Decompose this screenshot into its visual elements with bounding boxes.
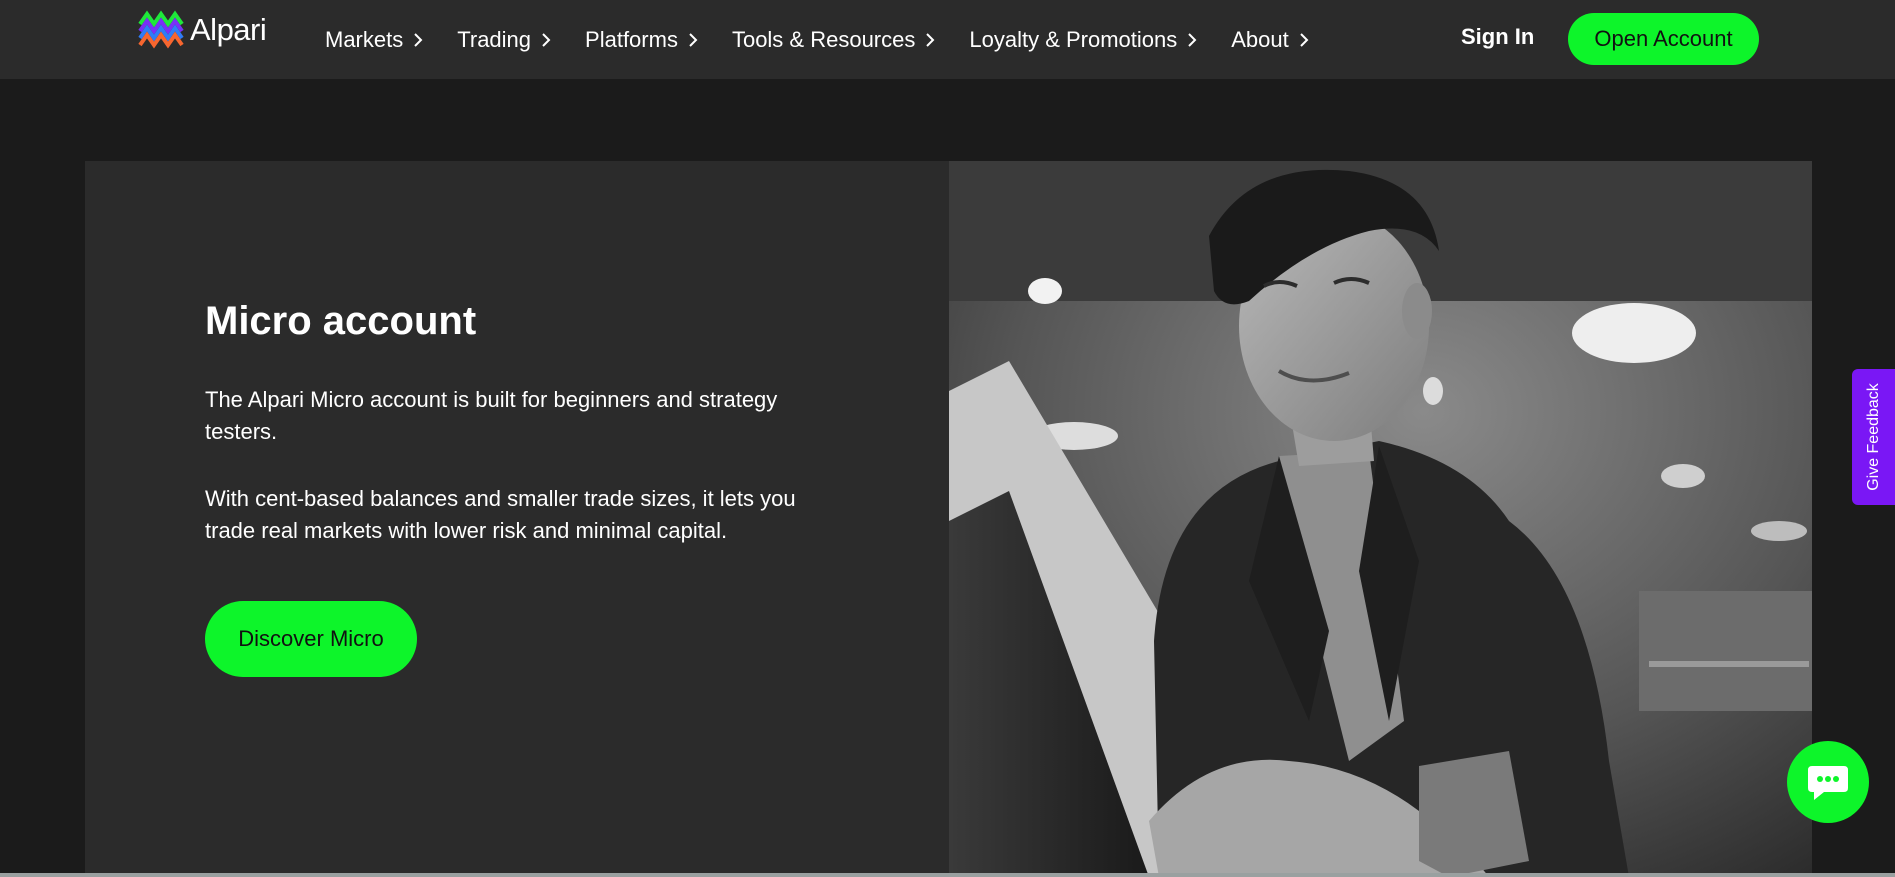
- nav-item-label: Loyalty & Promotions: [969, 26, 1178, 52]
- card-text-panel: Micro account The Alpari Micro account i…: [85, 161, 949, 877]
- nav-item-loyalty-promotions[interactable]: Loyalty & Promotions: [969, 27, 1197, 53]
- brand-logo[interactable]: Alpari: [138, 10, 267, 50]
- sign-in-link[interactable]: Sign In: [1461, 24, 1534, 50]
- chevron-right-icon: [414, 32, 423, 47]
- chat-button[interactable]: [1787, 741, 1869, 823]
- nav-item-label: Trading: [457, 26, 532, 52]
- main-nav: Markets Trading Platforms Tools & Resour…: [325, 0, 1343, 79]
- card-description-secondary: With cent-based balances and smaller tra…: [205, 486, 796, 543]
- photo-illustration: [949, 161, 1812, 877]
- nav-item-label: Platforms: [585, 26, 678, 52]
- brand-name: Alpari: [190, 12, 267, 47]
- nav-item-label: About: [1231, 26, 1289, 52]
- discover-micro-button[interactable]: Discover Micro: [205, 601, 417, 677]
- chevron-right-icon: [689, 32, 698, 47]
- nav-item-label: Markets: [325, 26, 404, 52]
- give-feedback-tab[interactable]: Give Feedback: [1852, 369, 1895, 505]
- give-feedback-label: Give Feedback: [1864, 383, 1882, 491]
- chevron-right-icon: [542, 32, 551, 47]
- nav-item-tools-resources[interactable]: Tools & Resources: [732, 27, 935, 53]
- open-account-button[interactable]: Open Account: [1568, 13, 1759, 65]
- chevron-right-icon: [1300, 32, 1309, 47]
- nav-item-markets[interactable]: Markets: [325, 27, 423, 53]
- nav-item-platforms[interactable]: Platforms: [585, 27, 698, 53]
- chevron-right-icon: [1188, 32, 1197, 47]
- nav-item-about[interactable]: About: [1231, 27, 1309, 53]
- nav-item-trading[interactable]: Trading: [457, 27, 551, 53]
- page: Alpari Markets Trading Platforms Tools &…: [0, 0, 1895, 877]
- bottom-scroll-edge: [0, 873, 1895, 877]
- top-navbar: Alpari Markets Trading Platforms Tools &…: [0, 0, 1895, 79]
- chat-bubble-icon: [1808, 766, 1848, 800]
- card-description: The Alpari Micro account is built for be…: [205, 387, 778, 444]
- alpari-logo-icon: [138, 10, 184, 49]
- micro-account-card: Micro account The Alpari Micro account i…: [85, 161, 1812, 877]
- chevron-right-icon: [926, 32, 935, 47]
- card-title: Micro account: [205, 299, 477, 343]
- nav-item-label: Tools & Resources: [731, 26, 916, 52]
- man-at-laptop-photo: [949, 161, 1812, 877]
